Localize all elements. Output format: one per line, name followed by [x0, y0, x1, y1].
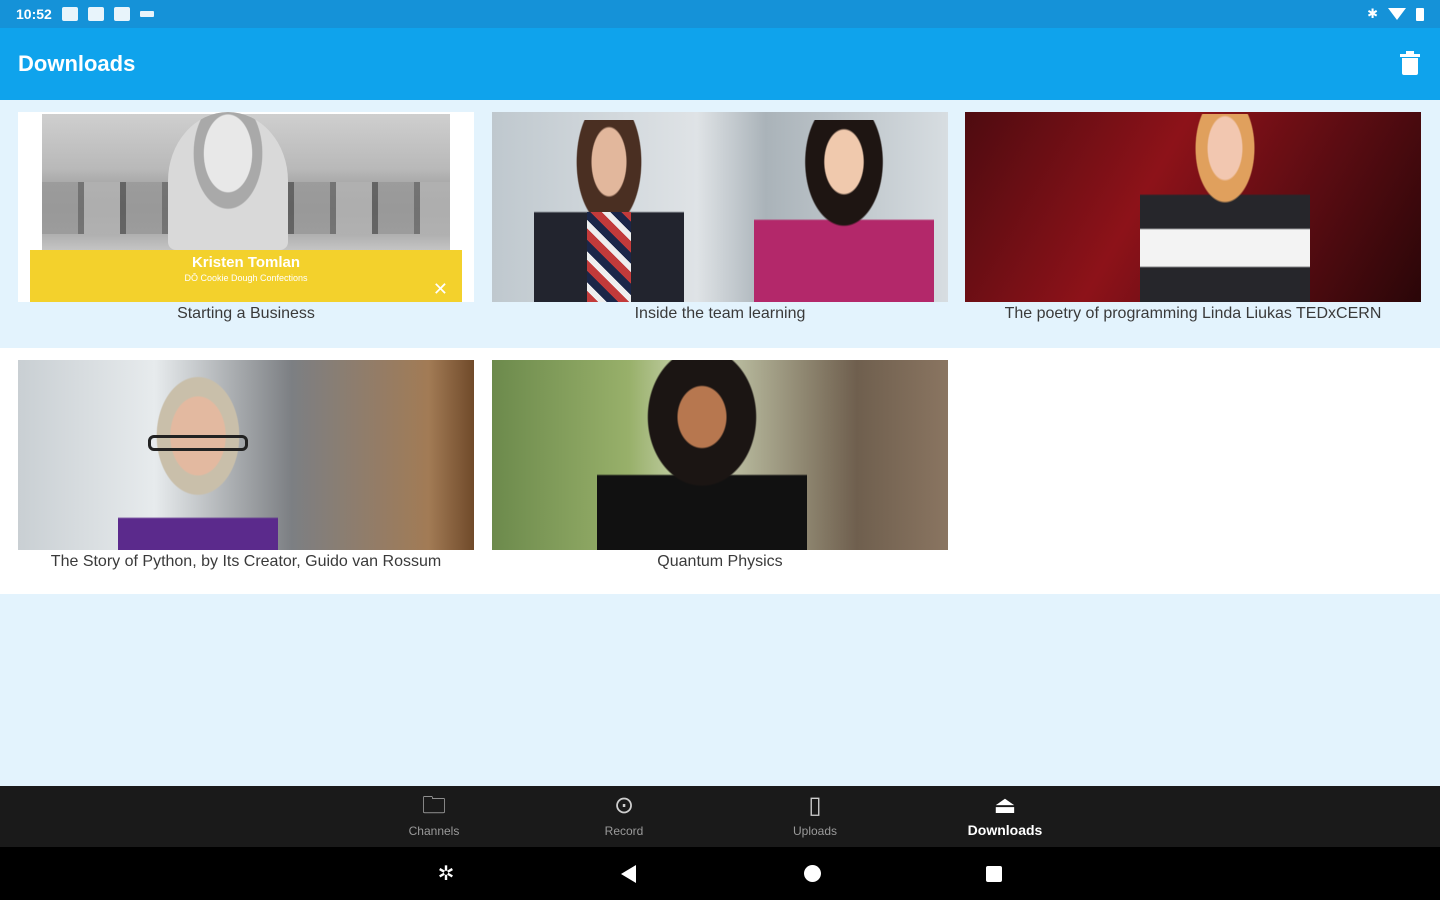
- calendar-icon: [113, 7, 130, 21]
- nav-record[interactable]: ⊙ Record: [564, 786, 684, 847]
- thumbnail-person: [118, 366, 278, 550]
- video-title: Starting a Business: [177, 305, 315, 322]
- video-title: Quantum Physics: [657, 553, 783, 570]
- delete-button[interactable]: [1398, 50, 1422, 78]
- video-thumbnail[interactable]: [492, 112, 948, 302]
- video-thumbnail[interactable]: [492, 360, 948, 550]
- page-title: Downloads: [18, 51, 136, 76]
- nav-label: Channels: [408, 824, 460, 838]
- assistant-icon[interactable]: ✲: [434, 862, 458, 886]
- status-left: 10:52: [16, 6, 154, 22]
- thumbnail-scarf: [587, 212, 631, 302]
- video-card[interactable]: The Story of Python, by Its Creator, Gui…: [18, 348, 474, 576]
- video-card[interactable]: Kristen Tomlan DŌ Cookie Dough Confectio…: [18, 100, 474, 328]
- video-card[interactable]: Quantum Physics: [492, 348, 948, 576]
- video-thumbnail[interactable]: Kristen Tomlan DŌ Cookie Dough Confectio…: [18, 112, 474, 302]
- video-card[interactable]: Inside the team learning: [492, 100, 948, 328]
- battery-icon: [1416, 7, 1424, 21]
- grid-row: Kristen Tomlan DŌ Cookie Dough Confectio…: [0, 100, 1440, 345]
- bottom-nav: 🗀 Channels ⊙ Record ▯ Uploads ⏏ Download…: [0, 786, 1440, 847]
- calendar-icon: [87, 7, 104, 21]
- downloads-grid: Kristen Tomlan DŌ Cookie Dough Confectio…: [0, 100, 1440, 786]
- nav-label: Record: [604, 824, 644, 838]
- banner-name: Kristen Tomlan: [191, 254, 301, 271]
- thumbnail-banner: Kristen Tomlan DŌ Cookie Dough Confectio…: [30, 250, 462, 302]
- home-button[interactable]: [800, 862, 824, 886]
- status-time: 10:52: [16, 6, 52, 22]
- recents-icon: [986, 866, 1002, 882]
- video-title: Inside the team learning: [634, 305, 806, 322]
- back-icon: [620, 865, 636, 883]
- notification-icon: [61, 7, 78, 21]
- wifi-icon: [1388, 8, 1406, 20]
- upload-file-icon: ▯: [808, 792, 822, 819]
- thumbnail-glasses: [148, 435, 248, 451]
- status-right: ✱: [1367, 6, 1424, 22]
- banner-subtitle: DŌ Cookie Dough Confections: [184, 273, 308, 283]
- video-thumbnail[interactable]: [965, 112, 1421, 302]
- trash-body: [1402, 58, 1418, 75]
- system-nav: ✲: [0, 847, 1440, 900]
- nav-channels[interactable]: 🗀 Channels: [374, 786, 494, 847]
- thumbnail-person: [754, 120, 934, 302]
- utensils-icon: ✕: [432, 279, 448, 299]
- nav-label: Downloads: [967, 822, 1043, 838]
- back-button[interactable]: [616, 862, 640, 886]
- folder-icon: 🗀: [422, 792, 446, 819]
- video-title: The poetry of programming Linda Liukas T…: [1004, 305, 1382, 322]
- grid-row: The Story of Python, by Its Creator, Gui…: [0, 348, 1440, 594]
- recents-button[interactable]: [982, 862, 1006, 886]
- thumbnail-person: [1140, 114, 1310, 302]
- bluetooth-icon: ✱: [1367, 6, 1378, 21]
- signal-icon: [139, 11, 154, 17]
- thumbnail-person: [168, 112, 288, 250]
- record-icon: ⊙: [613, 792, 635, 819]
- nav-downloads[interactable]: ⏏ Downloads: [945, 786, 1065, 847]
- video-card[interactable]: The poetry of programming Linda Liukas T…: [965, 100, 1421, 328]
- status-bar: 10:52 ✱: [0, 0, 1440, 28]
- app-bar: Downloads: [0, 28, 1440, 100]
- thumbnail-person: [597, 360, 807, 550]
- nav-uploads[interactable]: ▯ Uploads: [755, 786, 875, 847]
- download-tray-icon: ⏏: [993, 792, 1017, 819]
- video-title: The Story of Python, by Its Creator, Gui…: [50, 553, 442, 570]
- video-thumbnail[interactable]: [18, 360, 474, 550]
- trash-lid: [1400, 54, 1420, 57]
- nav-label: Uploads: [792, 824, 838, 838]
- home-icon: [803, 865, 821, 882]
